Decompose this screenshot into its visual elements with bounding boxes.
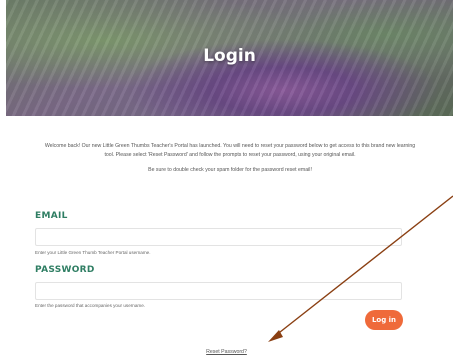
email-hint: Enter your Little Green Thumb Teacher Po…	[35, 250, 151, 255]
password-field[interactable]	[35, 282, 402, 300]
login-button[interactable]: Log in	[365, 310, 403, 330]
password-hint: Enter the password that accompanies your…	[35, 303, 146, 308]
hero-banner: Login	[6, 0, 453, 116]
intro-text: Welcome back! Our new Little Green Thumb…	[44, 142, 416, 175]
reset-password-link[interactable]: Reset Password?	[0, 349, 453, 355]
email-field[interactable]	[35, 228, 402, 246]
page-title: Login	[203, 46, 256, 66]
email-label: EMAIL	[35, 211, 68, 221]
spam-note: Be sure to double check your spam folder…	[148, 167, 312, 173]
password-label: PASSWORD	[35, 265, 95, 275]
intro-paragraph: Welcome back! Our new Little Green Thumb…	[44, 143, 416, 158]
